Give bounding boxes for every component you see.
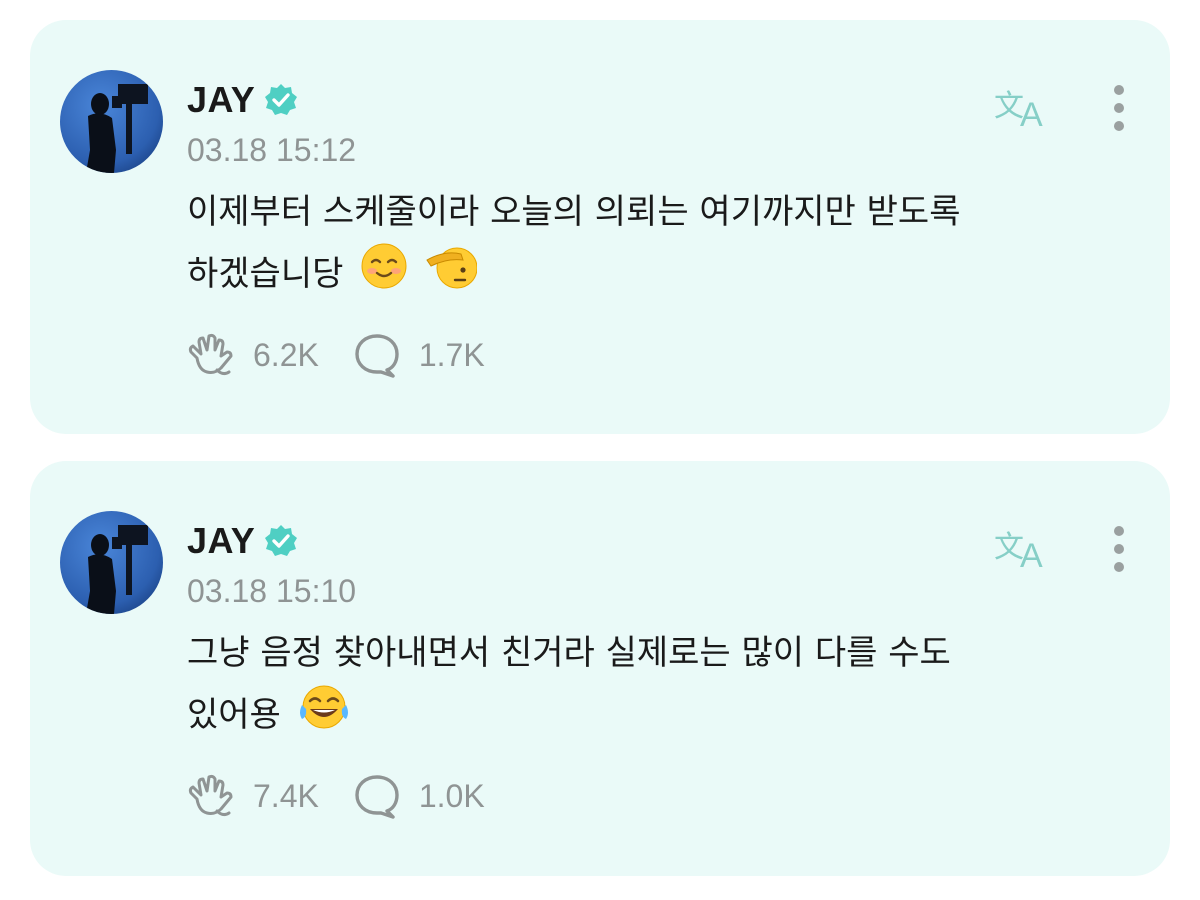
tears-of-joy-icon	[298, 683, 350, 750]
post-timestamp: 03.18 15:12	[187, 132, 357, 168]
post-text-line: 이제부터 스케줄이라 오늘의 의뢰는 여기까지만 받도록	[187, 192, 961, 232]
post-text-line: 그냥 음정 찾아내면서 친거라 실제로는 많이 다를 수도	[187, 633, 951, 673]
comment-count: 1.0K	[418, 777, 485, 814]
like-hand-icon	[187, 332, 237, 378]
post-text: 이제부터 스케줄이라 오늘의 의뢰는 여기까지만 받도록 하겠습니당	[187, 182, 1147, 309]
comment-count: 1.7K	[418, 336, 485, 373]
comment-button[interactable]: 1.0K	[353, 773, 485, 819]
post-card[interactable]: JAY 03.18 15:10 그냥 음정 찾아내면서 친거라 실제로는 많이 …	[30, 461, 1170, 876]
translate-icon[interactable]: 文 A	[994, 523, 1054, 575]
like-button[interactable]: 7.4K	[187, 773, 319, 819]
post-stats: 7.4K 1.0K	[187, 773, 519, 819]
comment-bubble-icon	[353, 332, 403, 378]
more-vertical-icon[interactable]	[1106, 523, 1132, 575]
like-button[interactable]: 6.2K	[187, 332, 319, 378]
comment-bubble-icon	[353, 773, 403, 819]
post-card[interactable]: JAY 03.18 15:12 이제부터 스케줄이라 오늘의 의뢰는 여기까지만…	[30, 20, 1170, 434]
svg-text:A: A	[1020, 537, 1043, 573]
like-count: 7.4K	[253, 777, 319, 814]
verified-badge-icon	[263, 523, 299, 559]
avatar[interactable]	[60, 70, 163, 173]
saluting-face-icon	[425, 242, 478, 309]
post-timestamp: 03.18 15:10	[187, 573, 357, 609]
comment-button[interactable]: 1.7K	[353, 332, 485, 378]
avatar[interactable]	[60, 511, 163, 614]
post-text: 그냥 음정 찾아내면서 친거라 실제로는 많이 다를 수도 있어용	[187, 623, 1147, 750]
like-hand-icon	[187, 773, 237, 819]
author-name[interactable]: JAY	[187, 520, 255, 562]
post-text-line: 하겠습니당	[187, 254, 344, 294]
verified-badge-icon	[263, 82, 299, 118]
like-count: 6.2K	[253, 336, 319, 373]
post-text-line: 있어용	[187, 695, 281, 735]
post-stats: 6.2K 1.7K	[187, 332, 519, 378]
author-name[interactable]: JAY	[187, 79, 255, 121]
more-vertical-icon[interactable]	[1106, 82, 1132, 134]
translate-icon[interactable]: 文 A	[994, 82, 1054, 134]
svg-text:A: A	[1020, 96, 1043, 132]
smiling-face-icon	[360, 242, 408, 309]
